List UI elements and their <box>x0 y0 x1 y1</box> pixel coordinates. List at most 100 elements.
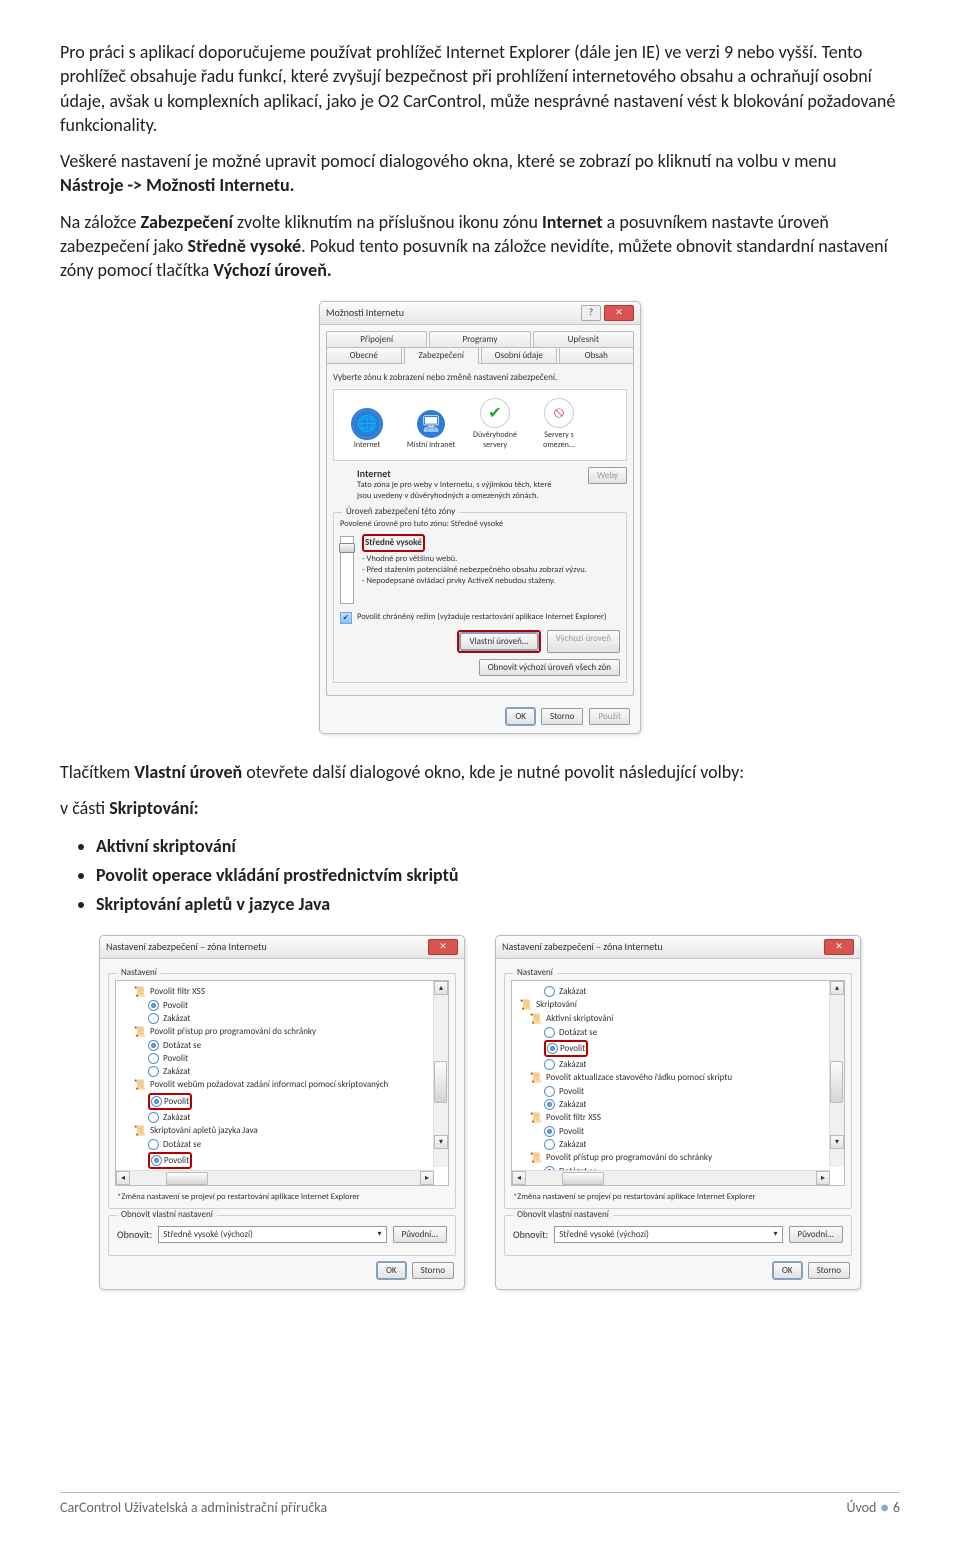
protected-mode-checkbox[interactable]: ✔ <box>340 612 352 624</box>
cancel-button[interactable]: Storno <box>412 1262 454 1279</box>
radio[interactable] <box>148 1013 159 1024</box>
bullet-item: Aktivní skriptování <box>96 832 900 861</box>
footer-left: CarControl Uživatelská a administrační p… <box>60 1499 327 1516</box>
tab-connections[interactable]: Připojení <box>326 331 427 348</box>
scroll-right-icon[interactable]: ▸ <box>420 1171 434 1185</box>
tab-privacy[interactable]: Osobní údaje <box>481 347 557 364</box>
scroll-left-icon[interactable]: ◂ <box>116 1171 130 1185</box>
scrollbar-thumb[interactable] <box>830 1061 843 1103</box>
tab-advanced[interactable]: Upřesnit <box>533 331 634 348</box>
reset-zones-button[interactable]: Obnovit výchozí úroveň všech zón <box>479 659 620 676</box>
restore-button[interactable]: Původní... <box>789 1226 843 1243</box>
scrollbar-thumb[interactable] <box>166 1172 208 1185</box>
restore-select[interactable]: Středně vysoké (výchozí)▾ <box>158 1226 386 1243</box>
sites-button[interactable]: Weby <box>588 467 627 484</box>
restore-select[interactable]: Středně vysoké (výchozí)▾ <box>554 1226 782 1243</box>
radio-label: Povolit <box>559 1086 584 1097</box>
cancel-button[interactable]: Storno <box>808 1262 850 1279</box>
radio[interactable] <box>148 1112 159 1123</box>
tab-content[interactable]: Obsah <box>559 347 635 364</box>
tab-security[interactable]: Zabezpečení <box>404 347 480 364</box>
scroll-down-icon[interactable]: ▾ <box>830 1135 844 1149</box>
scroll-up-icon[interactable]: ▴ <box>830 981 844 995</box>
tree-node: Skriptování <box>536 999 577 1010</box>
apply-button[interactable]: Použít <box>589 708 630 725</box>
radio[interactable] <box>148 1053 159 1064</box>
radio[interactable] <box>547 1043 558 1054</box>
vertical-scrollbar[interactable]: ▴▾ <box>829 981 844 1167</box>
text-bold: Nástroje -> Možnosti Internetu. <box>60 174 294 196</box>
settings-tree[interactable]: 📜Povolit filtr XSS Povolit Zakázat 📜Povo… <box>115 980 449 1186</box>
radio[interactable] <box>544 1027 555 1038</box>
radio[interactable] <box>544 1059 555 1070</box>
tree-node: Povolit přístup pro programování do schr… <box>546 1152 712 1163</box>
group-title: Nastavení <box>117 967 161 978</box>
slider-thumb[interactable] <box>339 543 355 553</box>
radio[interactable] <box>544 1086 555 1097</box>
text: zvolte kliknutím na příslušnou ikonu zón… <box>233 211 542 233</box>
ok-button[interactable]: OK <box>773 1262 802 1279</box>
checkbox-label: Povolit chráněný režim (vyžaduje restart… <box>357 612 607 622</box>
scrollbar-thumb[interactable] <box>562 1172 604 1185</box>
group-title: Obnovit vlastní nastavení <box>117 1209 217 1220</box>
scroll-left-icon[interactable]: ◂ <box>512 1171 526 1185</box>
scroll-right-icon[interactable]: ▸ <box>816 1171 830 1185</box>
radio[interactable] <box>151 1096 162 1107</box>
zone-intranet[interactable]: 🖥Místní intranet <box>404 410 458 450</box>
zone-restricted[interactable]: ⦸Servery s omezen... <box>532 398 586 450</box>
zone-internet[interactable]: 🌐Internet <box>340 410 394 450</box>
titlebar: Nastavení zabezpečení – zóna Internetu ✕ <box>496 936 860 959</box>
titlebar: Nastavení zabezpečení – zóna Internetu ✕ <box>100 936 464 959</box>
scroll-down-icon[interactable]: ▾ <box>434 1135 448 1149</box>
radio-label: Dotázat se <box>163 1139 201 1150</box>
scroll-icon: 📜 <box>134 986 146 998</box>
scroll-icon: 📜 <box>530 1013 542 1025</box>
security-slider[interactable] <box>340 536 354 604</box>
restore-button[interactable]: Původní... <box>393 1226 447 1243</box>
help-button[interactable]: ? <box>581 305 601 321</box>
radio-label: Zakázat <box>163 1013 190 1024</box>
footer-right: Úvod●6 <box>847 1499 901 1516</box>
radio[interactable] <box>544 1139 555 1150</box>
paragraph: Pro práci s aplikací doporučujeme použív… <box>60 40 900 137</box>
scroll-icon: 📜 <box>530 1152 542 1164</box>
default-level-button[interactable]: Výchozí úroveň <box>547 630 620 653</box>
scrollbar-thumb[interactable] <box>434 1061 447 1103</box>
radio-label: Zakázat <box>163 1066 190 1077</box>
level-desc: - Vhodné pro většinu webů. <box>362 554 620 565</box>
custom-level-button[interactable]: Vlastní úroveň... <box>460 633 537 650</box>
radio[interactable] <box>544 986 555 997</box>
close-button[interactable]: ✕ <box>428 939 458 955</box>
tree-node: Aktivní skriptování <box>546 1013 613 1024</box>
tab-general[interactable]: Obecné <box>326 347 402 364</box>
horizontal-scrollbar[interactable]: ◂▸ <box>116 1170 434 1185</box>
page-number: 6 <box>893 1499 900 1516</box>
zone-trusted[interactable]: ✔Důvěryhodné servery <box>468 398 522 450</box>
vertical-scrollbar[interactable]: ▴▾ <box>433 981 448 1167</box>
text-bold: Zabezpečení <box>140 211 233 233</box>
group-title: Nastavení <box>513 967 557 978</box>
radio[interactable] <box>151 1155 162 1166</box>
horizontal-scrollbar[interactable]: ◂▸ <box>512 1170 830 1185</box>
radio[interactable] <box>148 1066 159 1077</box>
ok-button[interactable]: OK <box>377 1262 406 1279</box>
tab-programs[interactable]: Programy <box>429 331 530 348</box>
scroll-up-icon[interactable]: ▴ <box>434 981 448 995</box>
security-settings-dialog-right: Nastavení zabezpečení – zóna Internetu ✕… <box>495 935 861 1290</box>
settings-tree[interactable]: Zakázat 📜Skriptování 📜Aktivní skriptován… <box>511 980 845 1186</box>
cancel-button[interactable]: Storno <box>541 708 583 725</box>
ok-button[interactable]: OK <box>506 708 535 725</box>
zone-desc: Tato zóna je pro weby v Internetu, s výj… <box>333 480 557 502</box>
radio[interactable] <box>544 1099 555 1110</box>
close-button[interactable]: ✕ <box>604 305 634 321</box>
hint-text: Vyberte zónu k zobrazení nebo změně nast… <box>333 372 627 383</box>
radio[interactable] <box>148 1000 159 1011</box>
chevron-down-icon: ▾ <box>774 1229 778 1239</box>
radio[interactable] <box>148 1139 159 1150</box>
scroll-icon: 📜 <box>530 1112 542 1124</box>
radio[interactable] <box>544 1126 555 1137</box>
radio[interactable] <box>148 1040 159 1051</box>
dialog-title: Nastavení zabezpečení – zóna Internetu <box>502 940 663 953</box>
close-button[interactable]: ✕ <box>824 939 854 955</box>
highlight: Povolit <box>148 1152 192 1169</box>
